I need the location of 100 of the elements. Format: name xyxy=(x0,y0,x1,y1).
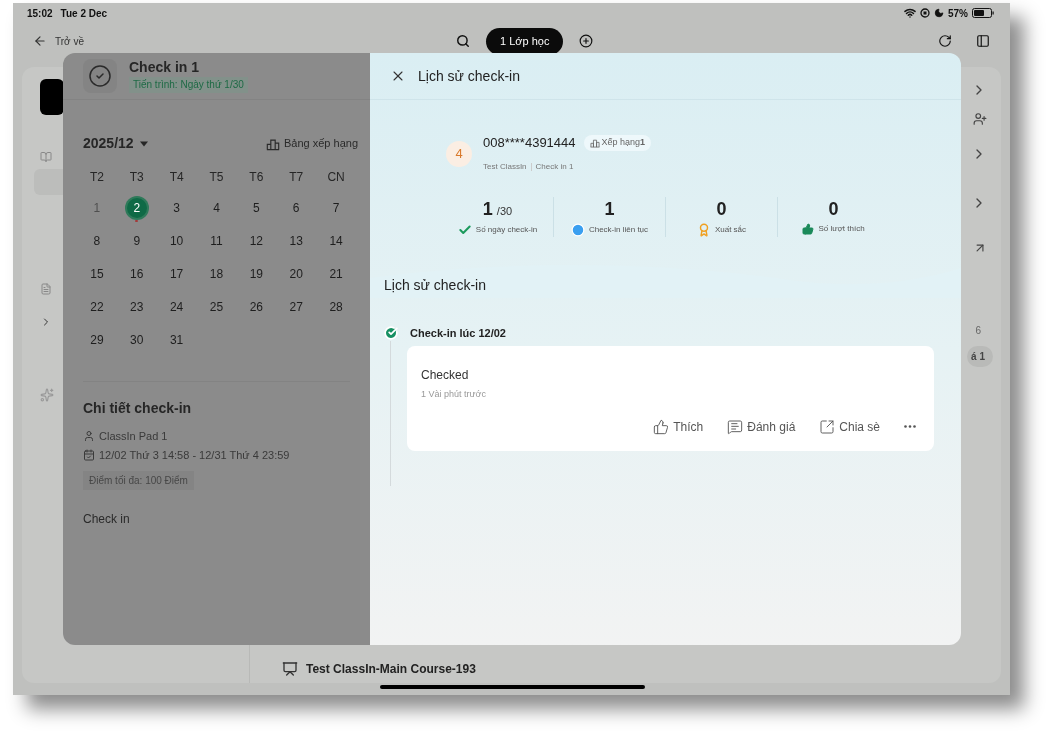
moon-icon xyxy=(934,8,944,18)
book-icon xyxy=(40,151,52,163)
calendar-day[interactable]: 31 xyxy=(166,330,187,350)
rank-text: Xếp hạng1 xyxy=(601,136,646,149)
weekday-label: T6 xyxy=(248,169,265,186)
class-name: Test ClassIn xyxy=(483,160,527,173)
sidebar-toggle-icon[interactable] xyxy=(976,34,990,48)
calendar-day[interactable]: 13 xyxy=(286,231,307,251)
weekday-label: CN xyxy=(326,169,346,186)
calendar-day[interactable]: 8 xyxy=(86,231,107,251)
wifi-icon xyxy=(904,7,916,19)
podium-icon xyxy=(266,136,280,151)
progress-tag: Tiến trình: Ngày thứ 1/30 xyxy=(129,77,248,93)
description-text: Check in xyxy=(83,511,131,528)
weekday-label: T2 xyxy=(88,169,105,186)
ranking-link[interactable]: Bảng xếp hạng xyxy=(266,135,358,152)
stat-value: 0 xyxy=(828,197,839,221)
more-icon xyxy=(904,425,916,428)
calendar-day[interactable]: 5 xyxy=(246,198,267,218)
person-icon xyxy=(83,430,95,443)
calendar-day[interactable]: 15 xyxy=(86,264,107,284)
entry-text: Checked xyxy=(421,367,470,384)
calendar-day[interactable]: 3 xyxy=(166,198,187,218)
owner-text: ClassIn Pad 1 xyxy=(99,429,168,444)
calendar-day[interactable]: 11 xyxy=(206,231,227,251)
stat-value: 0 xyxy=(716,197,727,221)
thumbs-up-icon xyxy=(802,222,815,235)
sparkle-icon xyxy=(40,388,54,402)
calendar-day[interactable]: 24 xyxy=(166,297,187,317)
comment-icon xyxy=(727,418,744,435)
action-button[interactable]: Thích xyxy=(653,417,704,436)
action-button[interactable]: Đánh giá xyxy=(727,417,796,436)
details-heading: Chi tiết check-in xyxy=(83,399,193,418)
stat-value: 1 xyxy=(604,197,615,221)
status-date: Tue 2 Dec xyxy=(60,6,108,21)
rotation-lock-icon xyxy=(920,8,930,18)
calendar-day[interactable]: 26 xyxy=(246,297,267,317)
calendar-day[interactable]: 22 xyxy=(86,297,107,317)
checked-icon xyxy=(384,325,398,340)
calendar-day[interactable]: 27 xyxy=(286,297,307,317)
calendar-day[interactable]: 7 xyxy=(326,198,347,218)
status-time: 15:02 xyxy=(27,6,53,21)
podium-icon xyxy=(589,137,600,148)
calendar-day[interactable]: 25 xyxy=(206,297,227,317)
weekday-label: T5 xyxy=(208,169,225,186)
battery-icon xyxy=(972,8,994,18)
back-button[interactable]: Trở về xyxy=(33,33,84,49)
section-title: Lịch sử check-in xyxy=(384,275,487,295)
user-name: 008****4391444 xyxy=(483,134,576,152)
thumbs-up-icon xyxy=(653,418,670,435)
calendar-day[interactable]: 18 xyxy=(206,264,227,284)
stat-label: Check-in liên tục xyxy=(588,223,649,236)
add-icon[interactable] xyxy=(579,34,594,48)
avatar: 4 xyxy=(446,141,472,167)
stat-label: Số lượt thích xyxy=(818,222,865,235)
battery-percent: 57% xyxy=(948,6,968,21)
add-person-icon xyxy=(973,112,987,126)
class-tab[interactable]: 1 Lớp học xyxy=(485,27,564,55)
panel-title: Check in 1 xyxy=(129,59,201,75)
calendar-day[interactable]: 19 xyxy=(246,264,267,284)
calendar-day[interactable]: 16 xyxy=(126,264,147,284)
calendar-day[interactable]: 20 xyxy=(286,264,307,284)
search-icon[interactable] xyxy=(455,34,470,48)
stat-label: Số ngày check-in xyxy=(475,223,538,236)
check-icon xyxy=(457,222,472,237)
calendar-day[interactable]: 21 xyxy=(326,264,347,284)
calendar-day[interactable]: 29 xyxy=(86,330,107,350)
calendar-day[interactable]: 30 xyxy=(126,330,147,350)
calendar-day[interactable]: 28 xyxy=(326,297,347,317)
calendar-day[interactable]: 17 xyxy=(166,264,187,284)
stat-total: /30 xyxy=(496,203,513,219)
weekday-label: T3 xyxy=(128,169,145,186)
calendar-day[interactable]: 14 xyxy=(326,231,347,251)
weekday-label: T4 xyxy=(168,169,185,186)
calendar-day[interactable]: 6 xyxy=(286,198,307,218)
entry-meta: 1 Vài phút trước xyxy=(421,388,487,401)
badge-text: á 1 xyxy=(967,346,993,367)
logo xyxy=(40,79,64,115)
classroom-icon xyxy=(282,661,298,677)
count-text: 6 xyxy=(975,324,981,338)
caret-icon xyxy=(139,140,148,147)
entry-time: Check-in lúc 12/02 xyxy=(410,325,506,341)
action-button[interactable]: Chia sè xyxy=(819,417,880,436)
stat-label: Xuất sắc xyxy=(714,223,747,236)
weekday-label: T7 xyxy=(288,169,305,186)
activity-name: Check in 1 xyxy=(535,160,574,173)
document-icon xyxy=(40,283,52,295)
calendar-day[interactable]: 23 xyxy=(126,297,147,317)
calendar-day[interactable]: 2 xyxy=(126,198,147,218)
calendar-icon xyxy=(83,448,95,461)
calendar-day[interactable]: 10 xyxy=(166,231,187,251)
more-button[interactable] xyxy=(904,425,916,428)
period-text: 12/02 Thứ 3 14:58 - 12/31 Thứ 4 23:59 xyxy=(99,447,290,463)
month-selector[interactable]: 2025/12 xyxy=(83,133,148,154)
calendar-day[interactable]: 9 xyxy=(126,231,147,251)
calendar-day[interactable]: 12 xyxy=(246,231,267,251)
calendar-day[interactable]: 4 xyxy=(206,198,227,218)
course-title: Test ClassIn-Main Course-193 xyxy=(306,661,476,678)
stat-value: 1 xyxy=(482,197,493,221)
refresh-icon[interactable] xyxy=(938,34,952,48)
